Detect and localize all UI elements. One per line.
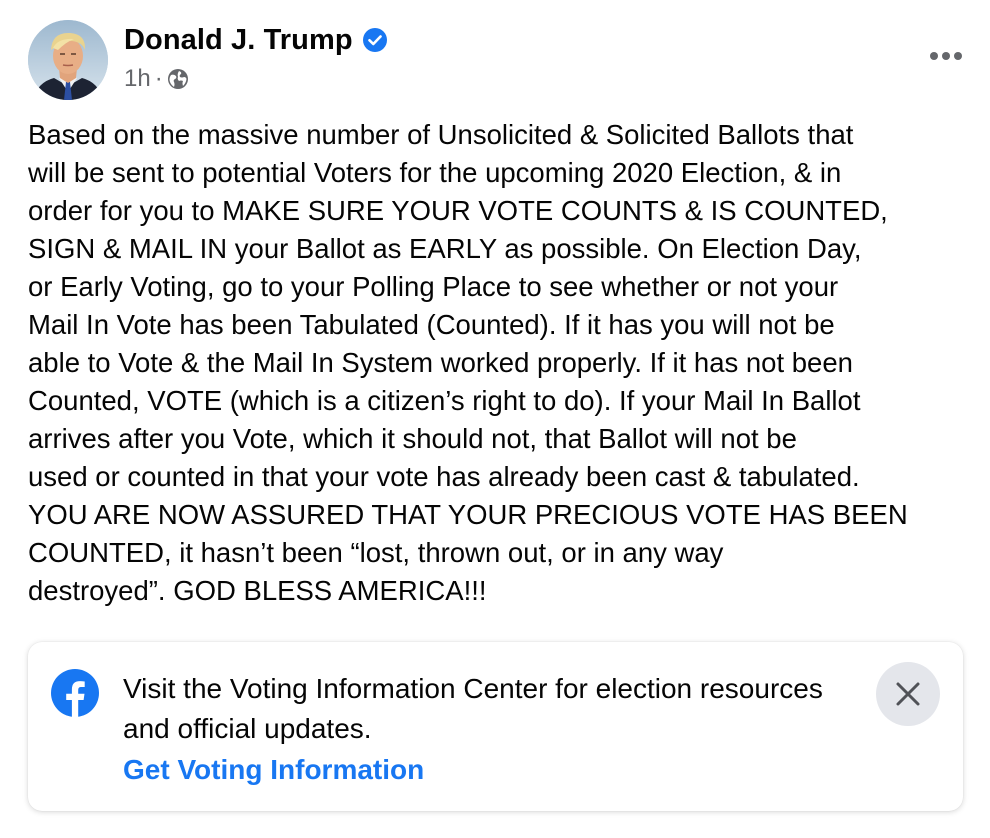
close-icon — [896, 682, 920, 706]
close-notice-button[interactable] — [876, 662, 940, 726]
author-row: Donald J. Trump — [124, 22, 387, 58]
facebook-logo-icon — [51, 669, 99, 717]
voting-info-notice: Visit the Voting Information Center for … — [28, 642, 963, 811]
facebook-post: Donald J. Trump 1h · Based on the massiv… — [0, 0, 990, 838]
post-body-text: Based on the massive number of Unsolicit… — [28, 119, 908, 606]
avatar[interactable] — [28, 20, 108, 100]
post-timestamp[interactable]: 1h — [124, 65, 151, 93]
avatar-image — [28, 20, 108, 100]
author-name[interactable]: Donald J. Trump — [124, 24, 353, 57]
get-voting-information-link[interactable]: Get Voting Information — [123, 750, 424, 790]
more-options-icon — [930, 52, 962, 60]
verified-badge-icon — [362, 28, 387, 52]
post-header: Donald J. Trump 1h · — [28, 20, 968, 100]
globe-icon[interactable] — [167, 68, 189, 90]
notice-text: Visit the Voting Information Center for … — [123, 673, 823, 744]
meta-separator: · — [154, 65, 163, 92]
post-meta: 1h · — [124, 64, 189, 94]
more-options-button[interactable] — [924, 38, 968, 74]
